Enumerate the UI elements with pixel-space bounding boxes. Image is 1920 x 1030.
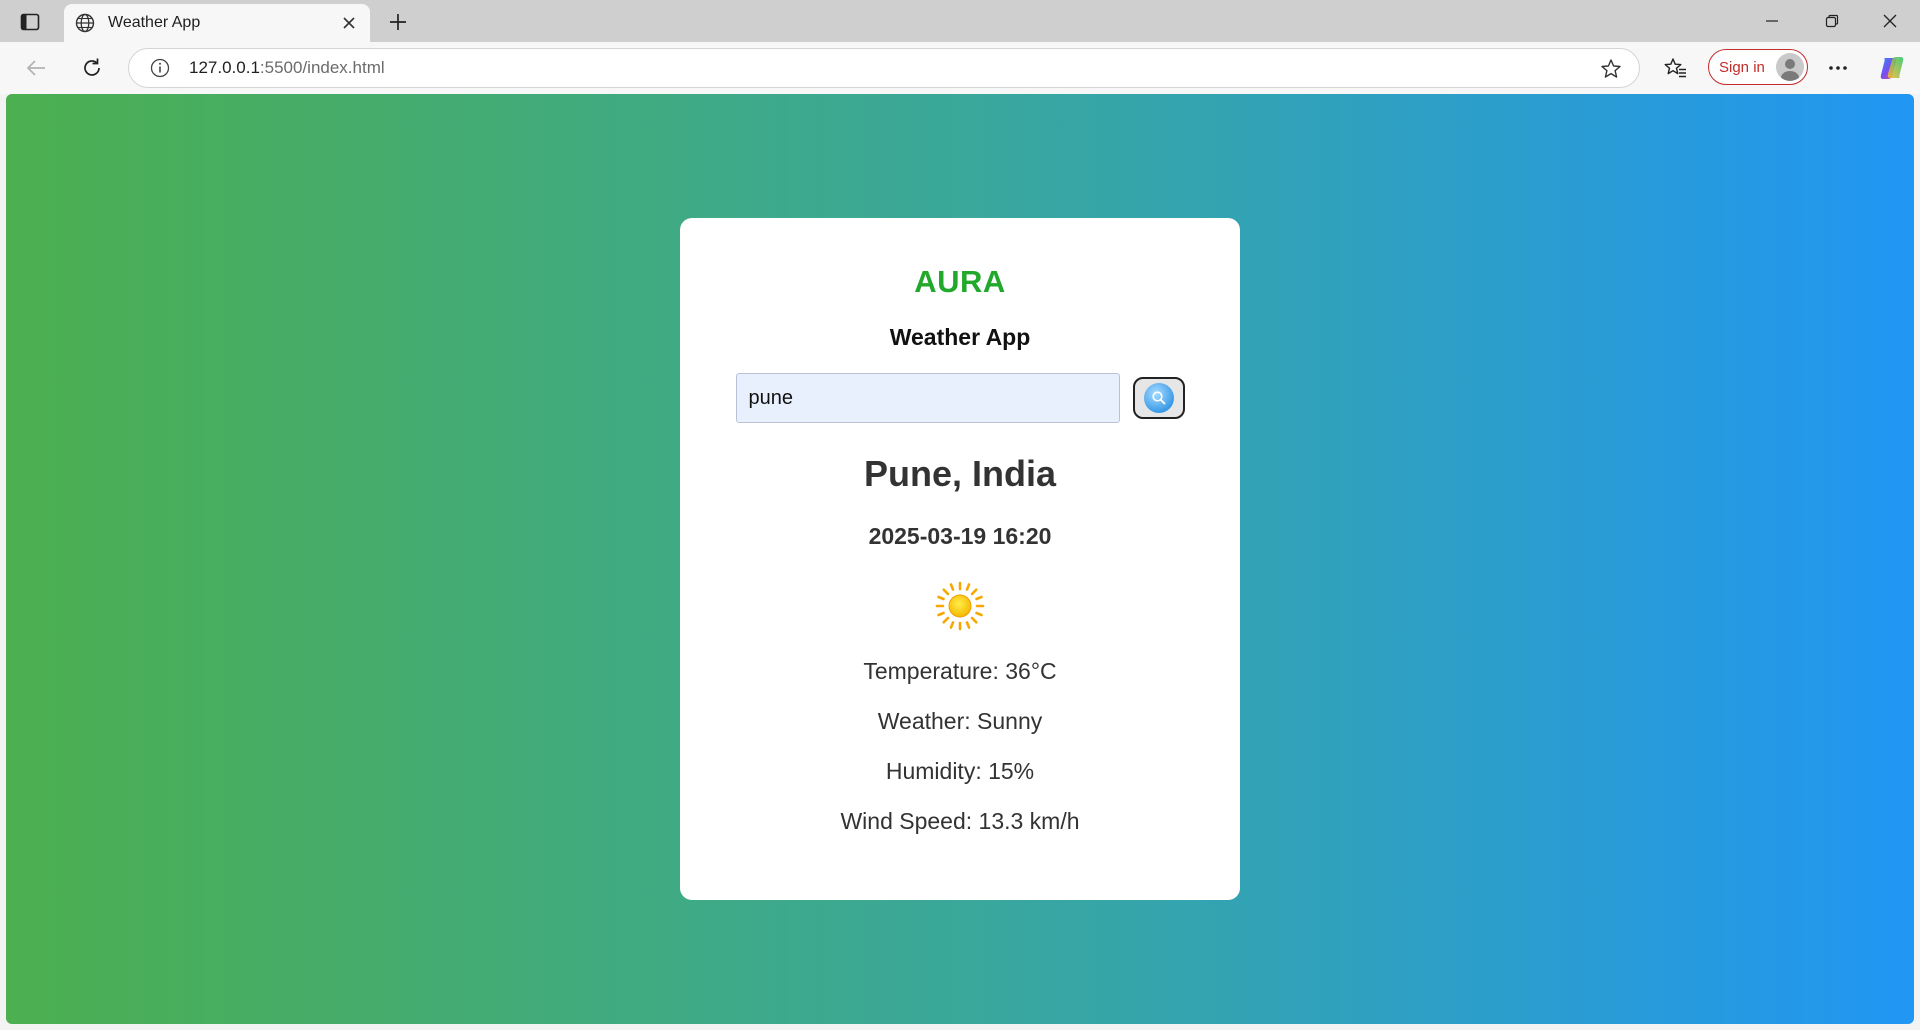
temperature-text: Temperature: 36°C <box>863 658 1057 684</box>
tab-weather-app[interactable]: Weather App <box>64 4 370 42</box>
restore-button[interactable] <box>1810 6 1854 36</box>
page-viewport: AURA Weather App Pune, India 2025-03-19 … <box>6 94 1914 1024</box>
humidity-text: Humidity: 15% <box>885 758 1035 784</box>
reload-button[interactable] <box>74 52 110 84</box>
restore-icon <box>1825 14 1839 28</box>
sun-icon <box>935 581 985 631</box>
browser-tab-strip: Weather App <box>0 0 1920 42</box>
address-bar[interactable]: 127.0.0.1:5500/index.html <box>128 48 1640 88</box>
browser-toolbar: 127.0.0.1:5500/index.html Sign in <box>0 42 1920 94</box>
tab-actions-icon <box>20 13 40 31</box>
favorites-button[interactable] <box>1658 52 1694 84</box>
app-title: Weather App <box>889 324 1031 350</box>
url-path: :5500/index.html <box>259 58 385 77</box>
copilot-button[interactable] <box>1874 52 1910 84</box>
plus-icon <box>390 14 406 30</box>
minimize-icon <box>1766 20 1778 22</box>
sign-in-button[interactable]: Sign in <box>1708 49 1808 85</box>
copilot-icon <box>1880 57 1904 79</box>
search-row <box>735 373 1185 423</box>
avatar <box>1776 53 1804 81</box>
sign-in-label: Sign in <box>1719 58 1765 76</box>
close-icon <box>1883 14 1897 28</box>
site-info-icon[interactable] <box>149 57 171 79</box>
close-window-button[interactable] <box>1868 6 1912 36</box>
search-icon <box>1143 383 1174 413</box>
more-dots-icon <box>1829 66 1847 70</box>
new-tab-button[interactable] <box>382 8 414 36</box>
settings-more-button[interactable] <box>1820 52 1856 84</box>
back-button[interactable] <box>18 52 54 84</box>
reload-icon <box>84 58 100 76</box>
tab-actions-button[interactable] <box>14 9 46 35</box>
weather-card: AURA Weather App Pune, India 2025-03-19 … <box>680 218 1240 900</box>
minimize-button[interactable] <box>1750 6 1794 36</box>
wind-speed-text: Wind Speed: 13.3 km/h <box>840 808 1080 834</box>
brand-title: AURA <box>914 264 1006 299</box>
search-button[interactable] <box>1132 377 1185 419</box>
weather-condition-text: Weather: Sunny <box>877 708 1043 734</box>
city-search-input[interactable] <box>735 373 1120 423</box>
favorite-star-icon[interactable] <box>1599 57 1623 81</box>
tab-close-icon[interactable] <box>338 12 360 34</box>
favorites-icon <box>1664 58 1686 78</box>
location-name: Pune, India <box>863 453 1057 494</box>
local-datetime: 2025-03-19 16:20 <box>868 523 1052 549</box>
tab-title: Weather App <box>108 14 201 31</box>
back-arrow-icon <box>26 60 45 76</box>
url-host: 127.0.0.1 <box>189 58 260 77</box>
globe-icon <box>74 12 96 34</box>
